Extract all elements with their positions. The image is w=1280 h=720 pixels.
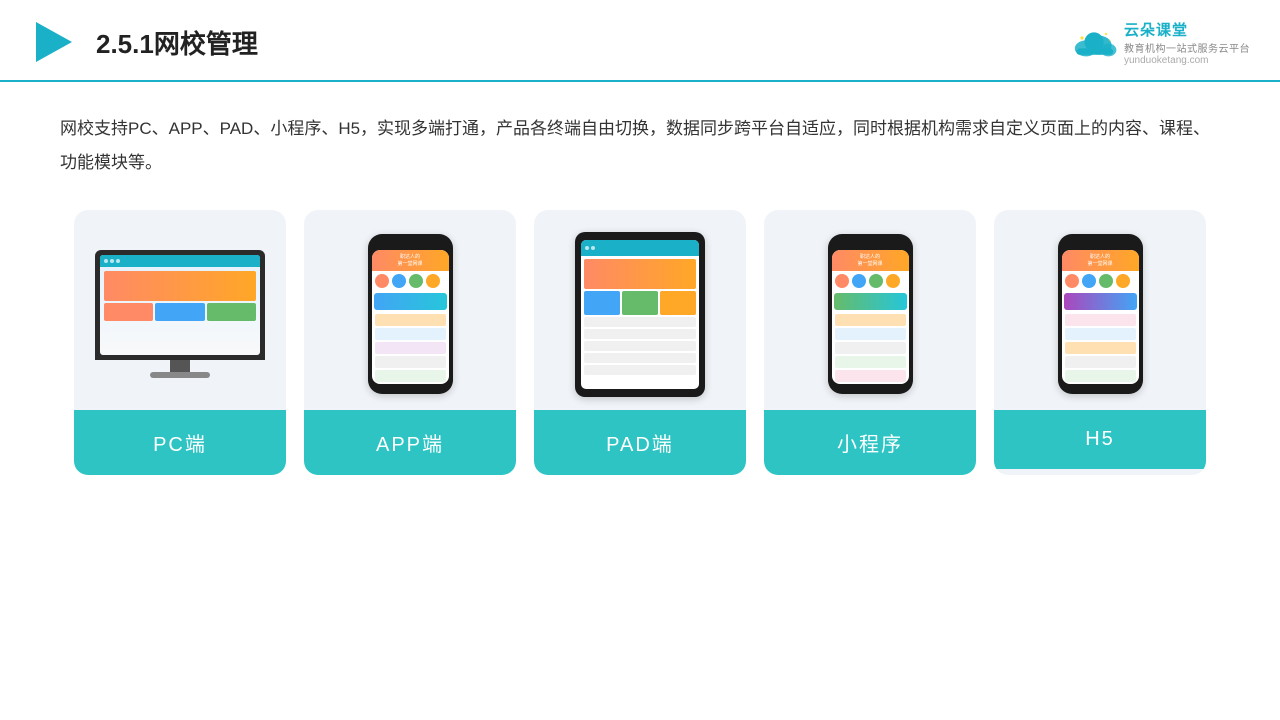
cloud-name: 云朵课堂 [1124, 19, 1188, 40]
tablet-mockup [575, 232, 705, 397]
card-label-pad: PAD端 [534, 410, 746, 475]
card-label-h5: H5 [994, 410, 1206, 469]
card-h5: 职达人的第一堂网课 [994, 210, 1206, 475]
pc-monitor-icon [95, 250, 265, 378]
phone-mockup-miniapp: 职达人的第一堂网课 [828, 234, 913, 394]
card-image-app: 职达人的第一堂网课 [304, 210, 516, 410]
cloud-logo: 云朵课堂 教育机构一站式服务云平台 yunduoketang.com [1070, 19, 1250, 66]
phone-mockup-app: 职达人的第一堂网课 [368, 234, 453, 394]
phone-mockup-h5: 职达人的第一堂网课 [1058, 234, 1143, 394]
card-label-miniapp: 小程序 [764, 410, 976, 475]
header-right: 云朵课堂 教育机构一站式服务云平台 yunduoketang.com [1070, 19, 1250, 66]
card-image-pc [74, 210, 286, 410]
card-image-h5: 职达人的第一堂网课 [994, 210, 1206, 410]
card-pad: PAD端 [534, 210, 746, 475]
cloud-url: yunduoketang.com [1124, 55, 1209, 66]
card-app: 职达人的第一堂网课 [304, 210, 516, 475]
cloud-sub: 教育机构一站式服务云平台 [1124, 40, 1250, 55]
header-left: 2.5.1网校管理 [30, 18, 258, 66]
page-title: 2.5.1网校管理 [96, 24, 258, 61]
card-label-pc: PC端 [74, 410, 286, 475]
card-label-app: APP端 [304, 410, 516, 475]
header: 2.5.1网校管理 云朵课堂 教育机构一站式服务云平台 yunduoketang… [0, 0, 1280, 82]
platform-cards: PC端 职达人的第一堂网课 [60, 210, 1220, 475]
card-image-pad [534, 210, 746, 410]
description-text: 网校支持PC、APP、PAD、小程序、H5，实现多端打通，产品各终端自由切换，数… [60, 112, 1220, 180]
main-body: 网校支持PC、APP、PAD、小程序、H5，实现多端打通，产品各终端自由切换，数… [0, 82, 1280, 495]
play-logo-icon [30, 18, 78, 66]
cloud-icon [1070, 24, 1118, 60]
cloud-brand-text: 云朵课堂 教育机构一站式服务云平台 yunduoketang.com [1124, 19, 1250, 66]
card-miniapp: 职达人的第一堂网课 [764, 210, 976, 475]
card-image-miniapp: 职达人的第一堂网课 [764, 210, 976, 410]
card-pc: PC端 [74, 210, 286, 475]
